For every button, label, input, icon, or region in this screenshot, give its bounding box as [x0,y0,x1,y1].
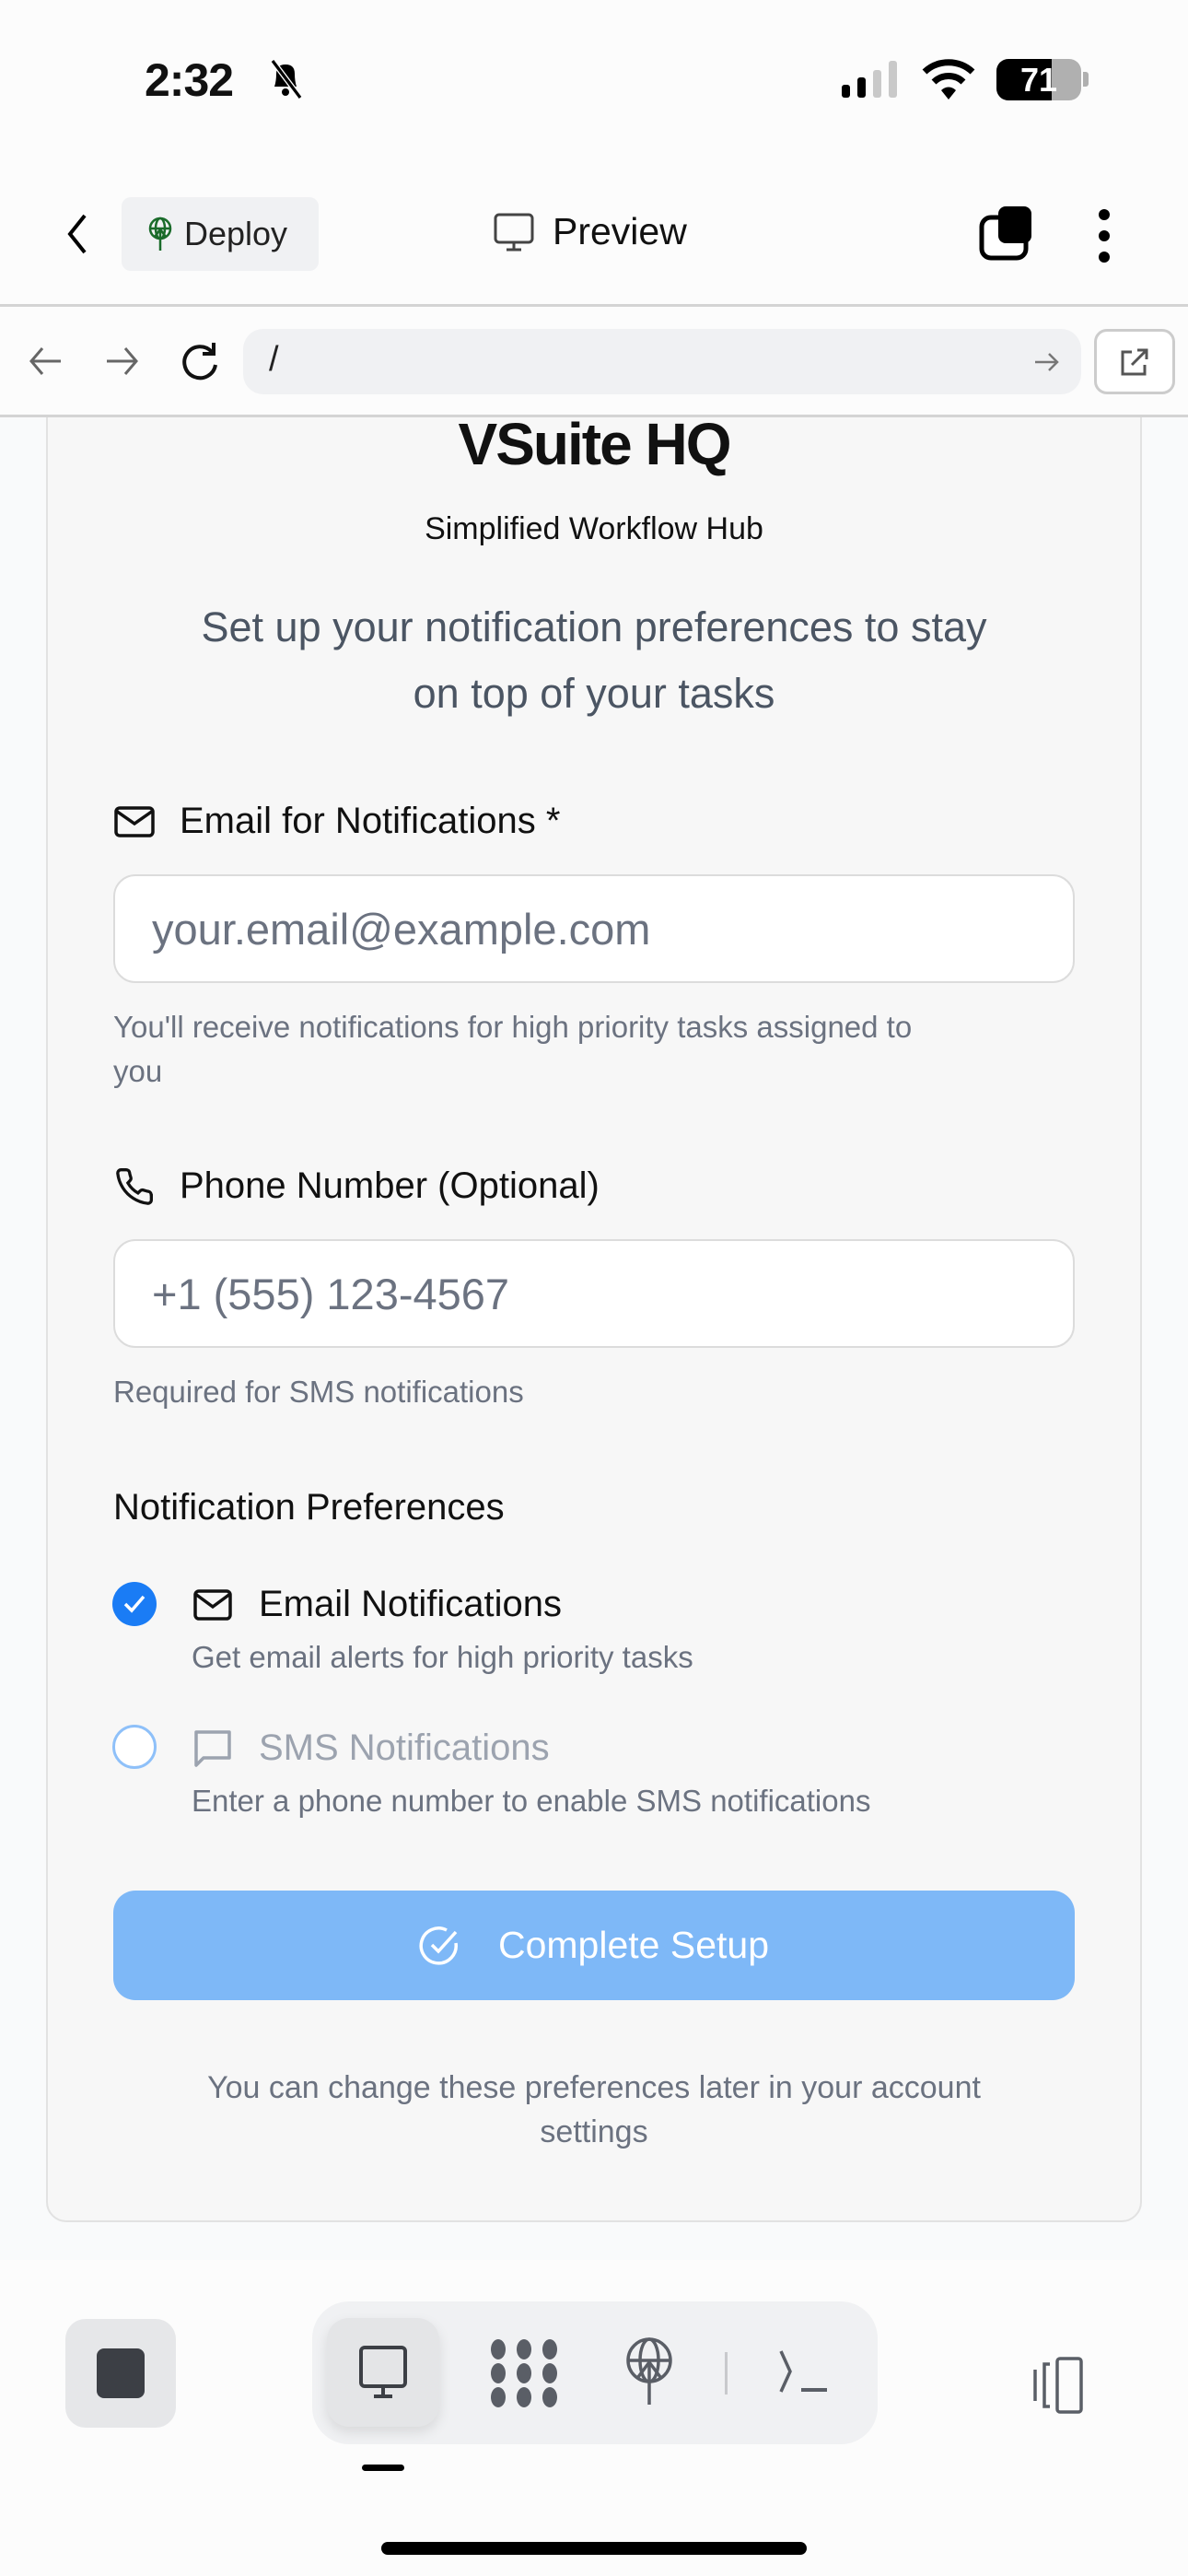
email-notifications-text: Email Notifications [259,1584,563,1624]
status-time: 2:32 [145,54,234,106]
monitor-icon [359,2346,407,2398]
sms-notifications-label: SMS Notifications [192,1727,550,1769]
terminal-icon [779,2350,827,2393]
mail-icon [113,805,156,838]
email-notifications-checkbox[interactable] [112,1582,157,1626]
phone-icon [113,1166,156,1207]
email-notifications-desc: Get email alerts for high priority tasks [192,1640,693,1674]
battery-level: 71 [1019,61,1058,99]
open-external-button[interactable] [1094,329,1175,394]
browser-back-button[interactable] [28,345,64,378]
email-input[interactable]: your.email@example.com [113,874,1075,983]
intro-line-2: on top of your tasks [413,670,775,717]
email-label-text: Email for Notifications * [180,801,561,841]
preview-tab[interactable] [327,2318,439,2427]
device-toggle-button[interactable] [1031,2357,1098,2416]
deploy-globe-icon [626,2337,672,2405]
view-switcher [312,2301,878,2444]
brand-title: VSuite HQ [458,417,732,477]
footer-note-2: settings [540,2114,648,2149]
sms-notifications-desc: Enter a phone number to enable SMS notif… [192,1784,871,1818]
external-link-icon [1119,346,1150,378]
phone-label-text: Phone Number (Optional) [180,1165,600,1206]
stop-icon [97,2348,145,2398]
go-arrow-icon[interactable] [1033,349,1059,375]
stop-button[interactable] [65,2319,176,2428]
battery-cap [1083,72,1089,87]
prefs-heading: Notification Preferences [113,1487,505,1528]
battery-icon: 71 [996,59,1081,100]
back-button[interactable] [61,212,94,256]
preview-title: Preview [494,210,687,253]
monitor-icon [494,213,534,252]
complete-setup-button[interactable]: Complete Setup [113,1891,1075,2000]
sms-notifications-text: SMS Notifications [259,1727,550,1768]
more-menu-button[interactable] [1095,208,1113,263]
email-label: Email for Notifications * [113,801,560,842]
tabs-button[interactable] [978,205,1035,262]
phone-label: Phone Number (Optional) [113,1165,600,1207]
deploy-button[interactable]: Deploy [122,197,319,271]
email-placeholder: your.email@example.com [152,904,651,954]
header-title: Preview [553,210,687,252]
brand-tagline: Simplified Workflow Hub [425,511,763,546]
circle-check-icon [419,1925,461,1967]
url-text: / [269,340,279,379]
reload-button[interactable] [179,341,221,383]
wifi-icon [921,57,976,100]
footer-note-1: You can change these preferences later i… [207,2070,981,2105]
message-icon [192,1728,233,1769]
phone-placeholder: +1 (555) 123-4567 [152,1269,510,1318]
cellular-signal-icon [840,59,904,98]
email-help: You'll receive notifications for high pr… [113,1010,913,1088]
deploy-globe-icon [147,217,173,252]
bottom-toolbar [0,2260,1188,2576]
phone-help: Required for SMS notifications [113,1375,524,1409]
toolbar-separator [725,2352,728,2395]
active-tab-indicator [362,2465,404,2471]
mail-icon [192,1588,233,1622]
workflow-tab[interactable] [487,2338,561,2408]
check-icon [123,1595,146,1613]
browser-forward-button[interactable] [103,345,140,378]
intro-line-1: Set up your notification preferences to … [201,603,987,650]
deploy-tab[interactable] [623,2336,675,2406]
terminal-tab[interactable] [777,2349,833,2395]
email-notifications-label: Email Notifications [192,1584,562,1625]
home-indicator [381,2542,807,2555]
sms-notifications-checkbox[interactable] [112,1725,157,1769]
header-divider [0,304,1188,307]
deploy-label: Deploy [184,215,288,252]
preview-viewport: VSuite HQ Simplified Workflow Hub Set up… [0,417,1188,2260]
devices-icon [1033,2357,1083,2414]
nodes-icon [491,2339,557,2407]
url-input[interactable]: / [243,329,1081,394]
phone-input[interactable]: +1 (555) 123-4567 [113,1239,1075,1348]
complete-setup-label: Complete Setup [497,1924,769,1966]
silent-bell-icon [267,59,304,100]
